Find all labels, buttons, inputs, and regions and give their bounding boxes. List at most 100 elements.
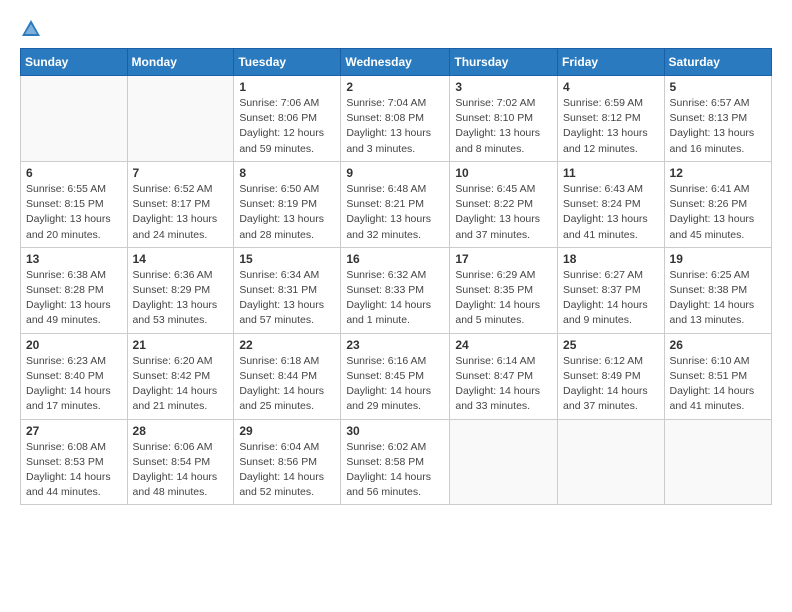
calendar-cell: 15 Sunrise: 6:34 AMSunset: 8:31 PMDayligh… [234, 247, 341, 333]
day-number: 18 [563, 252, 659, 266]
calendar-cell [450, 419, 558, 505]
calendar-cell: 28Sunrise: 6:06 AMSunset: 8:54 PMDayligh… [127, 419, 234, 505]
calendar-week-5: 27 Sunrise: 6:08 AMSunset: 8:53 PMDayligh… [21, 419, 772, 505]
day-number: 29 [239, 424, 335, 438]
calendar-cell: 30 Sunrise: 6:02 AMSunset: 8:58 PMDayligh… [341, 419, 450, 505]
day-info: Sunrise: 6:04 AMSunset: 8:56 PMDaylight:… [239, 440, 335, 501]
day-number: 5 [670, 80, 766, 94]
day-number: 21 [133, 338, 229, 352]
day-number: 23 [346, 338, 444, 352]
day-number: 4 [563, 80, 659, 94]
day-info: Sunrise: 6:23 AMSunset: 8:40 PMDaylight:… [26, 354, 122, 415]
calendar-cell: 8Sunrise: 6:50 AMSunset: 8:19 PMDaylight… [234, 161, 341, 247]
calendar-cell: 27 Sunrise: 6:08 AMSunset: 8:53 PMDayligh… [21, 419, 128, 505]
calendar-week-1: 1 Sunrise: 7:06 AMSunset: 8:06 PMDaylight… [21, 76, 772, 162]
calendar-cell: 7 Sunrise: 6:52 AMSunset: 8:17 PMDaylight… [127, 161, 234, 247]
day-info: Sunrise: 7:04 AMSunset: 8:08 PMDaylight:… [346, 96, 444, 157]
day-info: Sunrise: 6:52 AMSunset: 8:17 PMDaylight:… [133, 182, 229, 243]
day-info: Sunrise: 6:25 AMSunset: 8:38 PMDaylight:… [670, 268, 766, 329]
calendar-cell: 22 Sunrise: 6:18 AMSunset: 8:44 PMDayligh… [234, 333, 341, 419]
day-info: Sunrise: 6:38 AMSunset: 8:28 PMDaylight:… [26, 268, 122, 329]
calendar-cell [21, 76, 128, 162]
day-info: Sunrise: 7:06 AMSunset: 8:06 PMDaylight:… [239, 96, 335, 157]
day-number: 27 [26, 424, 122, 438]
calendar-cell: 24 Sunrise: 6:14 AMSunset: 8:47 PMDayligh… [450, 333, 558, 419]
day-info: Sunrise: 6:32 AMSunset: 8:33 PMDaylight:… [346, 268, 444, 329]
calendar-header-saturday: Saturday [664, 49, 771, 76]
day-number: 2 [346, 80, 444, 94]
calendar: SundayMondayTuesdayWednesdayThursdayFrid… [20, 48, 772, 505]
calendar-cell: 29 Sunrise: 6:04 AMSunset: 8:56 PMDayligh… [234, 419, 341, 505]
day-info: Sunrise: 6:02 AMSunset: 8:58 PMDaylight:… [346, 440, 444, 501]
calendar-cell: 23 Sunrise: 6:16 AMSunset: 8:45 PMDayligh… [341, 333, 450, 419]
logo [20, 16, 46, 40]
day-info: Sunrise: 6:16 AMSunset: 8:45 PMDaylight:… [346, 354, 444, 415]
calendar-cell: 19 Sunrise: 6:25 AMSunset: 8:38 PMDayligh… [664, 247, 771, 333]
day-info: Sunrise: 6:59 AMSunset: 8:12 PMDaylight:… [563, 96, 659, 157]
calendar-cell [127, 76, 234, 162]
calendar-cell: 13 Sunrise: 6:38 AMSunset: 8:28 PMDayligh… [21, 247, 128, 333]
calendar-cell: 16 Sunrise: 6:32 AMSunset: 8:33 PMDayligh… [341, 247, 450, 333]
day-number: 16 [346, 252, 444, 266]
header [20, 16, 772, 40]
calendar-week-3: 13 Sunrise: 6:38 AMSunset: 8:28 PMDayligh… [21, 247, 772, 333]
calendar-cell [558, 419, 665, 505]
day-info: Sunrise: 6:20 AMSunset: 8:42 PMDaylight:… [133, 354, 229, 415]
calendar-cell: 4 Sunrise: 6:59 AMSunset: 8:12 PMDaylight… [558, 76, 665, 162]
day-number: 13 [26, 252, 122, 266]
day-number: 3 [455, 80, 552, 94]
calendar-cell: 10Sunrise: 6:45 AMSunset: 8:22 PMDayligh… [450, 161, 558, 247]
calendar-header-friday: Friday [558, 49, 665, 76]
day-info: Sunrise: 6:36 AMSunset: 8:29 PMDaylight:… [133, 268, 229, 329]
calendar-week-4: 20 Sunrise: 6:23 AMSunset: 8:40 PMDayligh… [21, 333, 772, 419]
day-number: 25 [563, 338, 659, 352]
calendar-cell: 14 Sunrise: 6:36 AMSunset: 8:29 PMDayligh… [127, 247, 234, 333]
day-number: 15 [239, 252, 335, 266]
day-number: 1 [239, 80, 335, 94]
calendar-cell: 9 Sunrise: 6:48 AMSunset: 8:21 PMDaylight… [341, 161, 450, 247]
day-number: 24 [455, 338, 552, 352]
day-number: 9 [346, 166, 444, 180]
calendar-header-wednesday: Wednesday [341, 49, 450, 76]
day-number: 17 [455, 252, 552, 266]
calendar-cell: 2 Sunrise: 7:04 AMSunset: 8:08 PMDaylight… [341, 76, 450, 162]
day-number: 22 [239, 338, 335, 352]
day-number: 12 [670, 166, 766, 180]
day-number: 11 [563, 166, 659, 180]
day-number: 30 [346, 424, 444, 438]
calendar-cell: 26Sunrise: 6:10 AMSunset: 8:51 PMDayligh… [664, 333, 771, 419]
calendar-header-monday: Monday [127, 49, 234, 76]
day-info: Sunrise: 6:41 AMSunset: 8:26 PMDaylight:… [670, 182, 766, 243]
calendar-cell: 12 Sunrise: 6:41 AMSunset: 8:26 PMDayligh… [664, 161, 771, 247]
day-number: 6 [26, 166, 122, 180]
calendar-cell: 5Sunrise: 6:57 AMSunset: 8:13 PMDaylight… [664, 76, 771, 162]
day-info: Sunrise: 6:29 AMSunset: 8:35 PMDaylight:… [455, 268, 552, 329]
calendar-cell: 17 Sunrise: 6:29 AMSunset: 8:35 PMDayligh… [450, 247, 558, 333]
calendar-cell: 3 Sunrise: 7:02 AMSunset: 8:10 PMDaylight… [450, 76, 558, 162]
day-info: Sunrise: 6:34 AMSunset: 8:31 PMDaylight:… [239, 268, 335, 329]
calendar-week-2: 6 Sunrise: 6:55 AMSunset: 8:15 PMDaylight… [21, 161, 772, 247]
day-number: 14 [133, 252, 229, 266]
day-info: Sunrise: 6:12 AMSunset: 8:49 PMDaylight:… [563, 354, 659, 415]
calendar-cell: 1 Sunrise: 7:06 AMSunset: 8:06 PMDaylight… [234, 76, 341, 162]
day-info: Sunrise: 6:43 AMSunset: 8:24 PMDaylight:… [563, 182, 659, 243]
calendar-header-row: SundayMondayTuesdayWednesdayThursdayFrid… [21, 49, 772, 76]
day-info: Sunrise: 6:06 AMSunset: 8:54 PMDaylight:… [133, 440, 229, 501]
day-info: Sunrise: 6:50 AMSunset: 8:19 PMDaylight:… [239, 182, 335, 243]
calendar-header-tuesday: Tuesday [234, 49, 341, 76]
day-info: Sunrise: 6:48 AMSunset: 8:21 PMDaylight:… [346, 182, 444, 243]
day-info: Sunrise: 6:08 AMSunset: 8:53 PMDaylight:… [26, 440, 122, 501]
day-info: Sunrise: 6:10 AMSunset: 8:51 PMDaylight:… [670, 354, 766, 415]
day-info: Sunrise: 7:02 AMSunset: 8:10 PMDaylight:… [455, 96, 552, 157]
calendar-header-thursday: Thursday [450, 49, 558, 76]
day-number: 20 [26, 338, 122, 352]
day-info: Sunrise: 6:55 AMSunset: 8:15 PMDaylight:… [26, 182, 122, 243]
calendar-header-sunday: Sunday [21, 49, 128, 76]
day-number: 7 [133, 166, 229, 180]
day-number: 19 [670, 252, 766, 266]
day-info: Sunrise: 6:18 AMSunset: 8:44 PMDaylight:… [239, 354, 335, 415]
logo-icon [20, 18, 42, 40]
calendar-cell: 6 Sunrise: 6:55 AMSunset: 8:15 PMDaylight… [21, 161, 128, 247]
calendar-cell: 21 Sunrise: 6:20 AMSunset: 8:42 PMDayligh… [127, 333, 234, 419]
day-info: Sunrise: 6:14 AMSunset: 8:47 PMDaylight:… [455, 354, 552, 415]
